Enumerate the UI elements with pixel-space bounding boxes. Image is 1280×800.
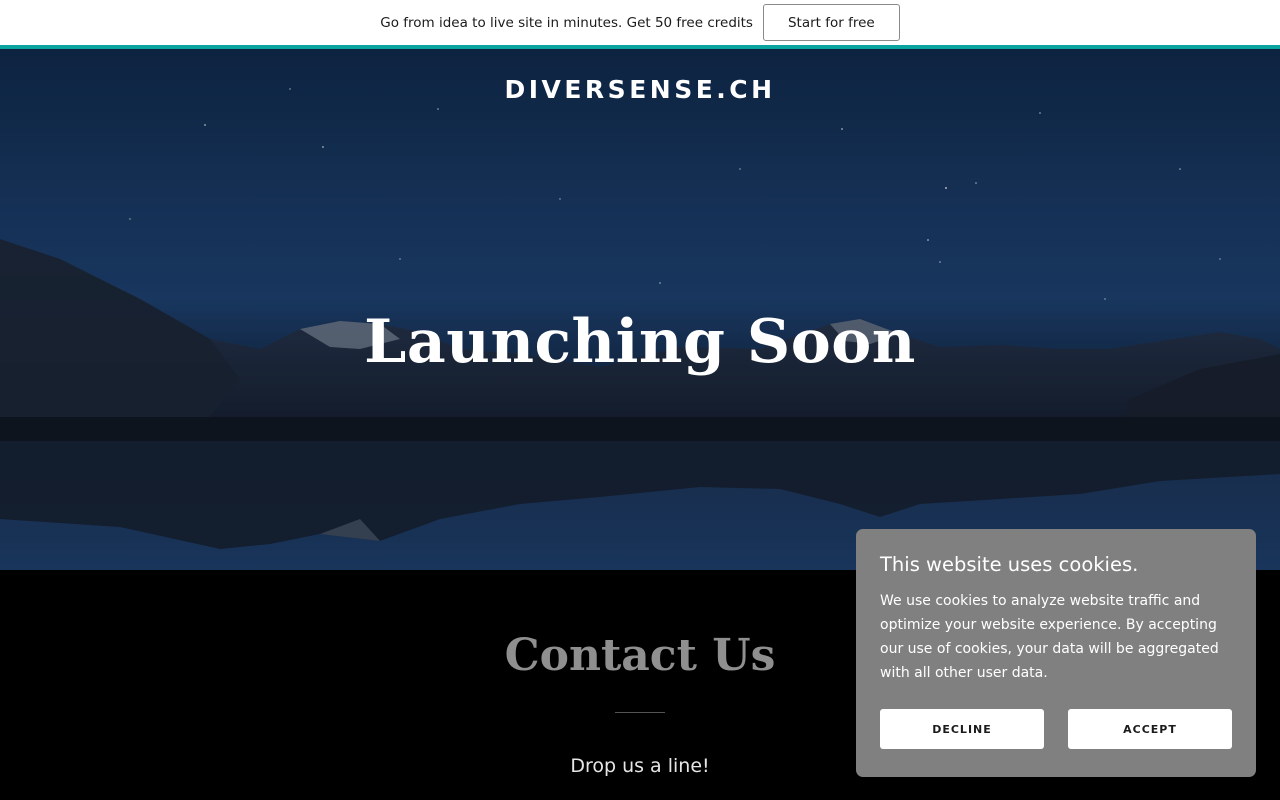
hero-section: DIVERSENSE.CH Launching Soon	[0, 49, 1280, 570]
cookie-title: This website uses cookies.	[880, 553, 1139, 576]
cookie-actions: DECLINE ACCEPT	[880, 709, 1232, 749]
accept-button[interactable]: ACCEPT	[1068, 709, 1232, 749]
promo-bar: Go from idea to live site in minutes. Ge…	[0, 0, 1280, 45]
cookie-banner: This website uses cookies. We use cookie…	[856, 529, 1256, 777]
cookie-text: We use cookies to analyze website traffi…	[880, 593, 1219, 681]
decline-button[interactable]: DECLINE	[880, 709, 1044, 749]
section-divider	[615, 712, 665, 713]
launching-heading: Launching Soon	[364, 307, 916, 377]
promo-text: Go from idea to live site in minutes. Ge…	[380, 14, 753, 31]
start-for-free-button[interactable]: Start for free	[762, 4, 900, 41]
site-title[interactable]: DIVERSENSE.CH	[0, 75, 1280, 104]
